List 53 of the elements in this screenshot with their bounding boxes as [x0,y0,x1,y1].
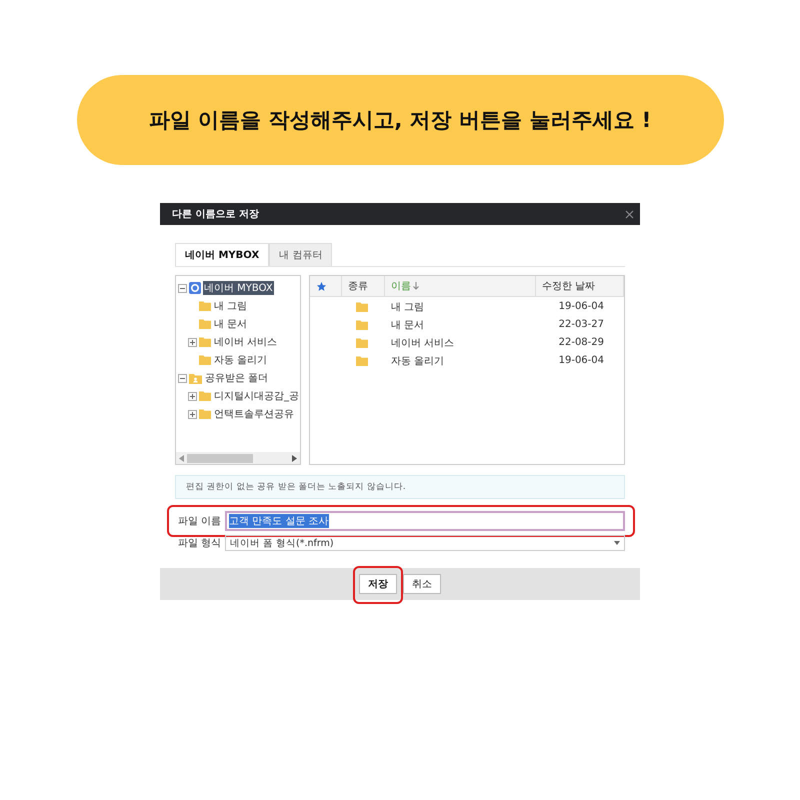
dialog-title: 다른 이름으로 저장 [172,208,259,221]
folder-icon [199,301,211,311]
column-header[interactable]: 종류 [348,279,368,293]
tree-item[interactable]: 자동 올리기 [213,353,268,367]
tab[interactable]: 내 컴퓨터 [269,243,332,266]
field-label: 파일 형식 [177,537,222,550]
cancel-button[interactable]: 취소 [403,574,441,594]
tree-item[interactable]: 내 문서 [213,317,248,331]
scroll-right-icon[interactable] [292,454,297,462]
tree-item[interactable]: 디지털시대공감_공 [213,389,300,403]
folder-icon [199,409,211,419]
save-button[interactable]: 저장 [359,574,397,594]
tree-item[interactable]: 공유받은 폴더 [204,371,270,385]
instruction-text: 파일 이름을 작성해주시고, 저장 버튼을 눌러주세요 ! [148,107,652,134]
file-type-dropdown[interactable]: 네이버 폼 형식(*.nfrm) [225,535,625,551]
folder-icon [199,355,211,365]
shared-folder-icon [189,372,202,384]
file-name[interactable]: 자동 올리기 [385,354,536,368]
file-name[interactable]: 내 문서 [385,318,536,332]
folder-icon [356,302,368,312]
modified-date: 22-08-29 [558,337,605,348]
tree-item[interactable]: 언택트솔루션공유 [213,407,295,421]
folder-icon [356,356,368,366]
expand-icon[interactable] [188,392,197,400]
close-icon[interactable] [625,210,634,218]
folder-icon [199,319,211,329]
collapse-icon[interactable] [178,284,187,292]
sort-down-icon [413,282,419,290]
file-name[interactable]: 네이버 서비스 [385,336,536,350]
file-name[interactable]: 내 그림 [385,300,536,314]
collapse-icon[interactable] [178,374,187,382]
notice-text: 편집 권한이 없는 공유 받은 폴더는 노출되지 않습니다. [186,481,406,493]
star-icon[interactable] [316,280,327,292]
expand-icon[interactable] [188,338,197,346]
dropdown-caret-icon [614,541,620,545]
folder-icon [356,320,368,330]
modified-date: 22-03-27 [558,319,605,330]
column-header[interactable]: 수정한 날짜 [542,279,596,293]
tab[interactable]: 네이버 MYBOX [175,243,270,266]
modified-date: 19-06-04 [558,301,605,312]
cloud-drive-icon [189,282,201,294]
field-label: 파일 이름 [177,515,222,528]
folder-icon [199,337,211,347]
horizontal-scrollbar[interactable] [176,452,300,464]
tree-item[interactable]: 네이버 MYBOX [203,281,274,295]
selected-text: 고객 만족도 설문 조사 [229,514,329,528]
folder-icon [199,391,211,401]
modified-date: 19-06-04 [558,355,605,366]
tree-item[interactable]: 네이버 서비스 [213,335,278,349]
expand-icon[interactable] [188,410,197,418]
filename-field[interactable]: 고객 만족도 설문 조사 [225,511,625,531]
tree-item[interactable]: 내 그림 [213,299,248,313]
folder-icon [356,338,368,348]
